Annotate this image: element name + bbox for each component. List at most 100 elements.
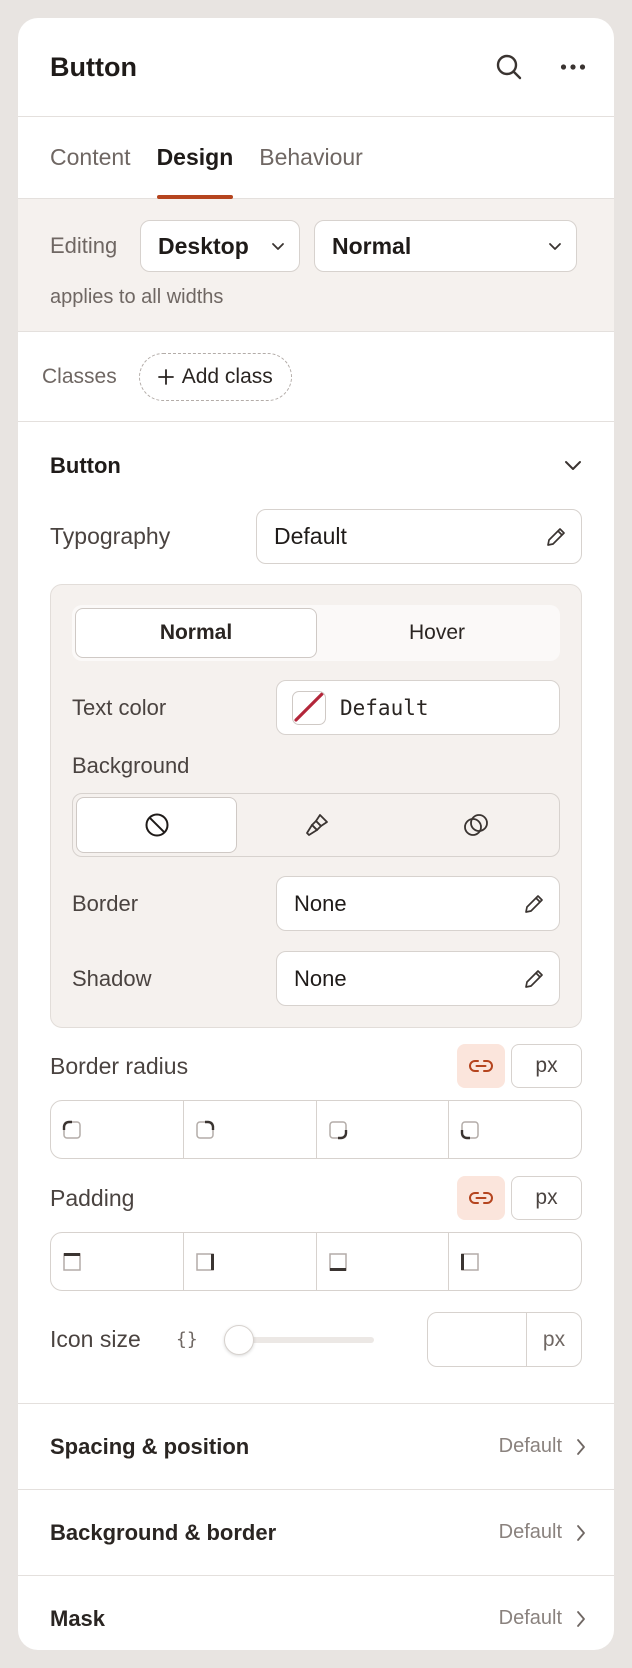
header-actions	[492, 50, 590, 84]
shadow-field[interactable]: None	[276, 951, 560, 1006]
tab-behaviour[interactable]: Behaviour	[259, 117, 363, 198]
typography-row: Typography Default	[50, 509, 582, 564]
background-label: Background	[72, 753, 190, 778]
border-radius-row: Border radius px	[50, 1044, 582, 1088]
side-bottom-icon	[328, 1252, 347, 1271]
corner-top-right-icon	[196, 1120, 214, 1139]
typography-label: Typography	[50, 523, 171, 549]
border-radius-unit[interactable]: px	[511, 1044, 582, 1088]
chevron-down-icon	[272, 242, 284, 250]
icon-size-unit[interactable]: px	[526, 1313, 581, 1366]
plus-icon	[157, 368, 174, 385]
editing-label: Editing	[50, 233, 118, 258]
none-icon	[145, 813, 169, 837]
link-icon	[469, 1192, 493, 1204]
state-select-value: Normal	[332, 232, 412, 259]
pencil-icon	[525, 894, 543, 913]
add-class-button[interactable]: Add class	[138, 352, 292, 401]
shadow-label: Shadow	[72, 965, 152, 991]
border-row: Border None	[72, 876, 560, 931]
padding-left-input[interactable]	[449, 1233, 581, 1290]
shadow-row: Shadow None	[72, 951, 560, 1006]
radius-top-right-input[interactable]	[184, 1101, 317, 1158]
design-panel: Button Content Design Behaviour Editing …	[18, 18, 614, 1650]
state-style-box: Normal Hover Text color Default Backgrou…	[50, 584, 582, 1028]
icon-size-row: Icon size {} px	[50, 1312, 582, 1367]
background-none-option[interactable]	[76, 797, 238, 853]
state-select[interactable]: Normal	[314, 220, 577, 272]
editing-note: applies to all widths	[50, 286, 224, 308]
section-title: Mask	[50, 1605, 106, 1631]
panel-header: Button	[18, 18, 614, 117]
side-left-icon	[461, 1252, 479, 1271]
icon-size-slider[interactable]	[223, 1323, 374, 1357]
section-value: Default	[498, 1435, 562, 1457]
text-color-value: Default	[340, 695, 429, 720]
link-values-button[interactable]	[457, 1176, 505, 1220]
section-value: Default	[498, 1521, 562, 1543]
section-value: Default	[498, 1607, 562, 1629]
state-hover-tab[interactable]: Hover	[317, 608, 557, 658]
button-section-header[interactable]: Button	[50, 422, 582, 509]
border-label: Border	[72, 890, 139, 916]
padding-top-input[interactable]	[51, 1233, 184, 1290]
typography-field[interactable]: Default	[256, 509, 582, 564]
background-gradient-option[interactable]	[397, 797, 556, 853]
color-swatch	[292, 690, 326, 725]
mask-section[interactable]: Mask Default	[18, 1575, 614, 1650]
tab-content[interactable]: Content	[50, 117, 131, 198]
padding-inputs	[50, 1232, 582, 1291]
variable-icon[interactable]: {}	[176, 1329, 198, 1350]
icon-size-label: Icon size	[50, 1326, 141, 1352]
radius-bottom-right-input[interactable]	[317, 1101, 450, 1158]
icon-size-input: px	[427, 1312, 582, 1367]
background-type-toggle	[72, 793, 560, 857]
panel-tabs: Content Design Behaviour	[18, 117, 614, 199]
pencil-icon	[547, 527, 565, 546]
section-title: Button	[50, 452, 121, 478]
panel-title: Button	[50, 51, 137, 82]
section-title: Spacing & position	[50, 1433, 250, 1459]
text-color-label: Text color	[72, 694, 167, 720]
border-radius-inputs	[50, 1100, 582, 1159]
border-radius-label: Border radius	[50, 1052, 189, 1079]
classes-label: Classes	[42, 364, 117, 388]
padding-bottom-input[interactable]	[317, 1233, 450, 1290]
tab-design[interactable]: Design	[156, 117, 233, 199]
corner-bottom-left-icon	[461, 1120, 479, 1139]
radius-bottom-left-input[interactable]	[449, 1101, 581, 1158]
border-field[interactable]: None	[276, 876, 560, 931]
device-select[interactable]: Desktop	[140, 220, 300, 272]
spacing-position-section[interactable]: Spacing & position Default	[18, 1403, 614, 1489]
background-fill-option[interactable]	[237, 797, 396, 853]
shadow-value: None	[294, 965, 347, 991]
brush-icon	[306, 814, 328, 836]
pencil-icon	[525, 969, 543, 988]
padding-right-input[interactable]	[184, 1233, 317, 1290]
radius-top-left-input[interactable]	[51, 1101, 184, 1158]
search-icon[interactable]	[492, 50, 526, 84]
state-toggle: Normal Hover	[72, 605, 560, 661]
side-top-icon	[63, 1252, 81, 1271]
state-normal-tab[interactable]: Normal	[75, 608, 317, 658]
gradient-icon	[464, 814, 489, 836]
text-color-field[interactable]: Default	[276, 680, 560, 735]
padding-label: Padding	[50, 1184, 135, 1211]
device-select-value: Desktop	[158, 232, 249, 259]
section-title: Background & border	[50, 1519, 277, 1545]
padding-unit[interactable]: px	[511, 1176, 582, 1220]
classes-row: Classes Add class	[18, 332, 614, 422]
chevron-right-icon	[577, 1438, 585, 1455]
slider-thumb[interactable]	[223, 1324, 254, 1355]
text-color-row: Text color Default	[72, 680, 560, 735]
background-border-section[interactable]: Background & border Default	[18, 1489, 614, 1575]
more-icon[interactable]	[556, 50, 590, 84]
border-value: None	[294, 890, 347, 916]
link-values-button[interactable]	[457, 1044, 505, 1088]
link-icon	[469, 1060, 493, 1072]
corner-top-left-icon	[62, 1120, 81, 1139]
chevron-right-icon	[577, 1524, 585, 1541]
padding-row: Padding px	[50, 1176, 582, 1220]
typography-value: Default	[274, 523, 347, 549]
icon-size-value-input[interactable]	[428, 1313, 526, 1366]
